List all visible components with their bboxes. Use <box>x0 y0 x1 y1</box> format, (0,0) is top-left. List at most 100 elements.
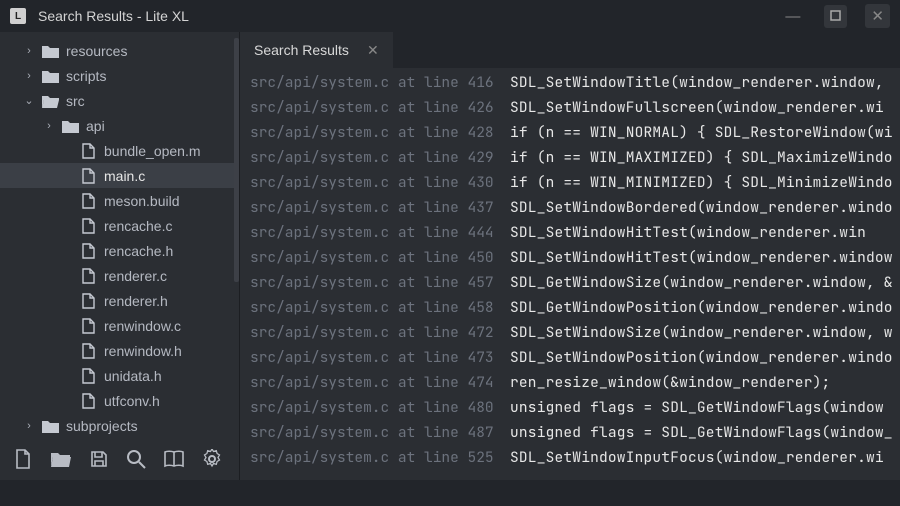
tree-item-label: src <box>66 93 85 109</box>
result-location: src/api/system.c at line 426 (col 34): <box>240 95 500 120</box>
folder-item[interactable]: › subprojects <box>0 413 239 438</box>
search-result-line[interactable]: src/api/system.c at line 487 (col 46):un… <box>240 420 900 445</box>
search-result-line[interactable]: src/api/system.c at line 450 (col 31):SD… <box>240 245 900 270</box>
tree-item-label: rencache.h <box>104 243 173 259</box>
tree-item-label: bundle_open.m <box>104 143 201 159</box>
result-code: SDL_SetWindowPosition(window_renderer.wi… <box>500 345 900 370</box>
search-result-line[interactable]: src/api/system.c at line 444 (col 33): S… <box>240 220 900 245</box>
file-item[interactable]: unidata.h <box>0 363 239 388</box>
file-item[interactable]: meson.build <box>0 188 239 213</box>
tree-item-label: resources <box>66 43 127 59</box>
folder-icon <box>42 67 58 83</box>
new-file-icon[interactable] <box>14 449 32 469</box>
search-icon[interactable] <box>126 449 146 469</box>
file-item[interactable]: main.c <box>0 163 239 188</box>
minimize-button[interactable]: — <box>779 5 806 28</box>
result-code: SDL_SetWindowInputFocus(window_renderer.… <box>500 445 900 470</box>
search-result-line[interactable]: src/api/system.c at line 457 (col 28):SD… <box>240 270 900 295</box>
close-icon[interactable]: ✕ <box>367 42 379 59</box>
search-result-line[interactable]: src/api/system.c at line 429 (col 55):if… <box>240 145 900 170</box>
result-location: src/api/system.c at line 474 (col 29): <box>240 370 500 395</box>
result-location: src/api/system.c at line 429 (col 55): <box>240 145 500 170</box>
result-location: src/api/system.c at line 480 (col 46): <box>240 395 500 420</box>
search-result-line[interactable]: src/api/system.c at line 428 (col 51):if… <box>240 120 900 145</box>
chevron-right-icon[interactable]: › <box>44 120 54 132</box>
result-location: src/api/system.c at line 473 (col 32): <box>240 345 500 370</box>
result-code: SDL_SetWindowSize(window_renderer.window… <box>500 320 900 345</box>
sidebar: › resources ›scripts ⌄ src › api bundle_open.mm… <box>0 32 240 480</box>
result-code: unsigned flags = SDL_GetWindowFlags(wind… <box>500 395 900 420</box>
save-icon[interactable] <box>90 450 108 468</box>
file-icon <box>80 292 96 309</box>
result-location: src/api/system.c at line 472 (col 28): <box>240 320 500 345</box>
tree-item-label: subprojects <box>66 418 138 434</box>
result-code: unsigned flags = SDL_GetWindowFlags(wind… <box>500 420 900 445</box>
result-code: if (n == WIN_NORMAL) { SDL_RestoreWindow… <box>500 120 900 145</box>
file-tree[interactable]: › resources ›scripts ⌄ src › api bundle_open.mm… <box>0 32 239 438</box>
file-icon <box>80 217 96 234</box>
result-location: src/api/system.c at line 416 (col 29): <box>240 70 500 95</box>
search-result-line[interactable]: src/api/system.c at line 437 (col 32):SD… <box>240 195 900 220</box>
file-item[interactable]: bundle_open.m <box>0 138 239 163</box>
tree-item-label: renwindow.c <box>104 318 181 334</box>
file-item[interactable]: renderer.h <box>0 288 239 313</box>
search-result-line[interactable]: src/api/system.c at line 416 (col 29):SD… <box>240 70 900 95</box>
tree-item-label: renderer.h <box>104 293 168 309</box>
result-location: src/api/system.c at line 487 (col 46): <box>240 420 500 445</box>
file-icon <box>80 342 96 359</box>
search-results-editor[interactable]: src/api/system.c at line 416 (col 29):SD… <box>240 68 900 480</box>
folder-item[interactable]: › api <box>0 113 239 138</box>
file-item[interactable]: renwindow.c <box>0 313 239 338</box>
result-location: src/api/system.c at line 450 (col 31): <box>240 245 500 270</box>
folder-icon <box>62 117 78 133</box>
file-item[interactable]: rencache.h <box>0 238 239 263</box>
search-result-line[interactable]: src/api/system.c at line 474 (col 29):re… <box>240 370 900 395</box>
result-location: src/api/system.c at line 457 (col 28): <box>240 270 500 295</box>
close-button[interactable]: ✕ <box>865 4 890 28</box>
file-icon <box>80 167 96 184</box>
file-icon <box>80 142 96 159</box>
maximize-button[interactable] <box>824 5 847 28</box>
folder-icon <box>42 42 58 58</box>
search-result-line[interactable]: src/api/system.c at line 480 (col 46): u… <box>240 395 900 420</box>
search-result-line[interactable]: src/api/system.c at line 458 (col 32):SD… <box>240 295 900 320</box>
tab-search-results[interactable]: Search Results ✕ <box>240 32 394 68</box>
search-result-line[interactable]: src/api/system.c at line 525 (col 34):SD… <box>240 445 900 470</box>
result-code: SDL_SetWindowTitle(window_renderer.windo… <box>500 70 900 95</box>
result-location: src/api/system.c at line 458 (col 32): <box>240 295 500 320</box>
chevron-down-icon[interactable]: ⌄ <box>24 94 34 107</box>
folder-item[interactable]: ›scripts <box>0 63 239 88</box>
open-folder-icon[interactable] <box>50 450 72 468</box>
search-result-line[interactable]: src/api/system.c at line 472 (col 28):SD… <box>240 320 900 345</box>
main-pane: Search Results ✕ src/api/system.c at lin… <box>240 32 900 480</box>
result-code: SDL_SetWindowFullscreen(window_renderer.… <box>500 95 900 120</box>
search-result-line[interactable]: src/api/system.c at line 473 (col 32):SD… <box>240 345 900 370</box>
book-icon[interactable] <box>164 450 184 468</box>
chevron-right-icon[interactable]: › <box>24 70 34 82</box>
result-code: if (n == WIN_MINIMIZED) { SDL_MinimizeWi… <box>500 170 900 195</box>
tree-scrollbar[interactable] <box>234 38 239 282</box>
file-item[interactable]: rencache.c <box>0 213 239 238</box>
tree-item-label: api <box>86 118 105 134</box>
result-code: SDL_GetWindowSize(window_renderer.window… <box>500 270 900 295</box>
file-icon <box>80 392 96 409</box>
result-code: ren_resize_window(&window_renderer); <box>500 370 900 395</box>
folder-item[interactable]: ⌄ src <box>0 88 239 113</box>
tree-item-label: renwindow.h <box>104 343 182 359</box>
result-code: SDL_GetWindowPosition(window_renderer.wi… <box>500 295 900 320</box>
folder-item[interactable]: › resources <box>0 38 239 63</box>
chevron-right-icon[interactable]: › <box>24 420 34 432</box>
gear-icon[interactable] <box>202 449 222 469</box>
search-result-line[interactable]: src/api/system.c at line 430 (col 55):if… <box>240 170 900 195</box>
titlebar: L Search Results - Lite XL — ✕ <box>0 0 900 32</box>
chevron-right-icon[interactable]: › <box>24 45 34 57</box>
result-location: src/api/system.c at line 437 (col 32): <box>240 195 500 220</box>
file-item[interactable]: utfconv.h <box>0 388 239 413</box>
file-icon <box>80 367 96 384</box>
statusbar <box>0 480 900 506</box>
tree-item-label: utfconv.h <box>104 393 160 409</box>
search-result-line[interactable]: src/api/system.c at line 426 (col 34):SD… <box>240 95 900 120</box>
file-item[interactable]: renwindow.h <box>0 338 239 363</box>
file-icon <box>80 242 96 259</box>
file-item[interactable]: renderer.c <box>0 263 239 288</box>
